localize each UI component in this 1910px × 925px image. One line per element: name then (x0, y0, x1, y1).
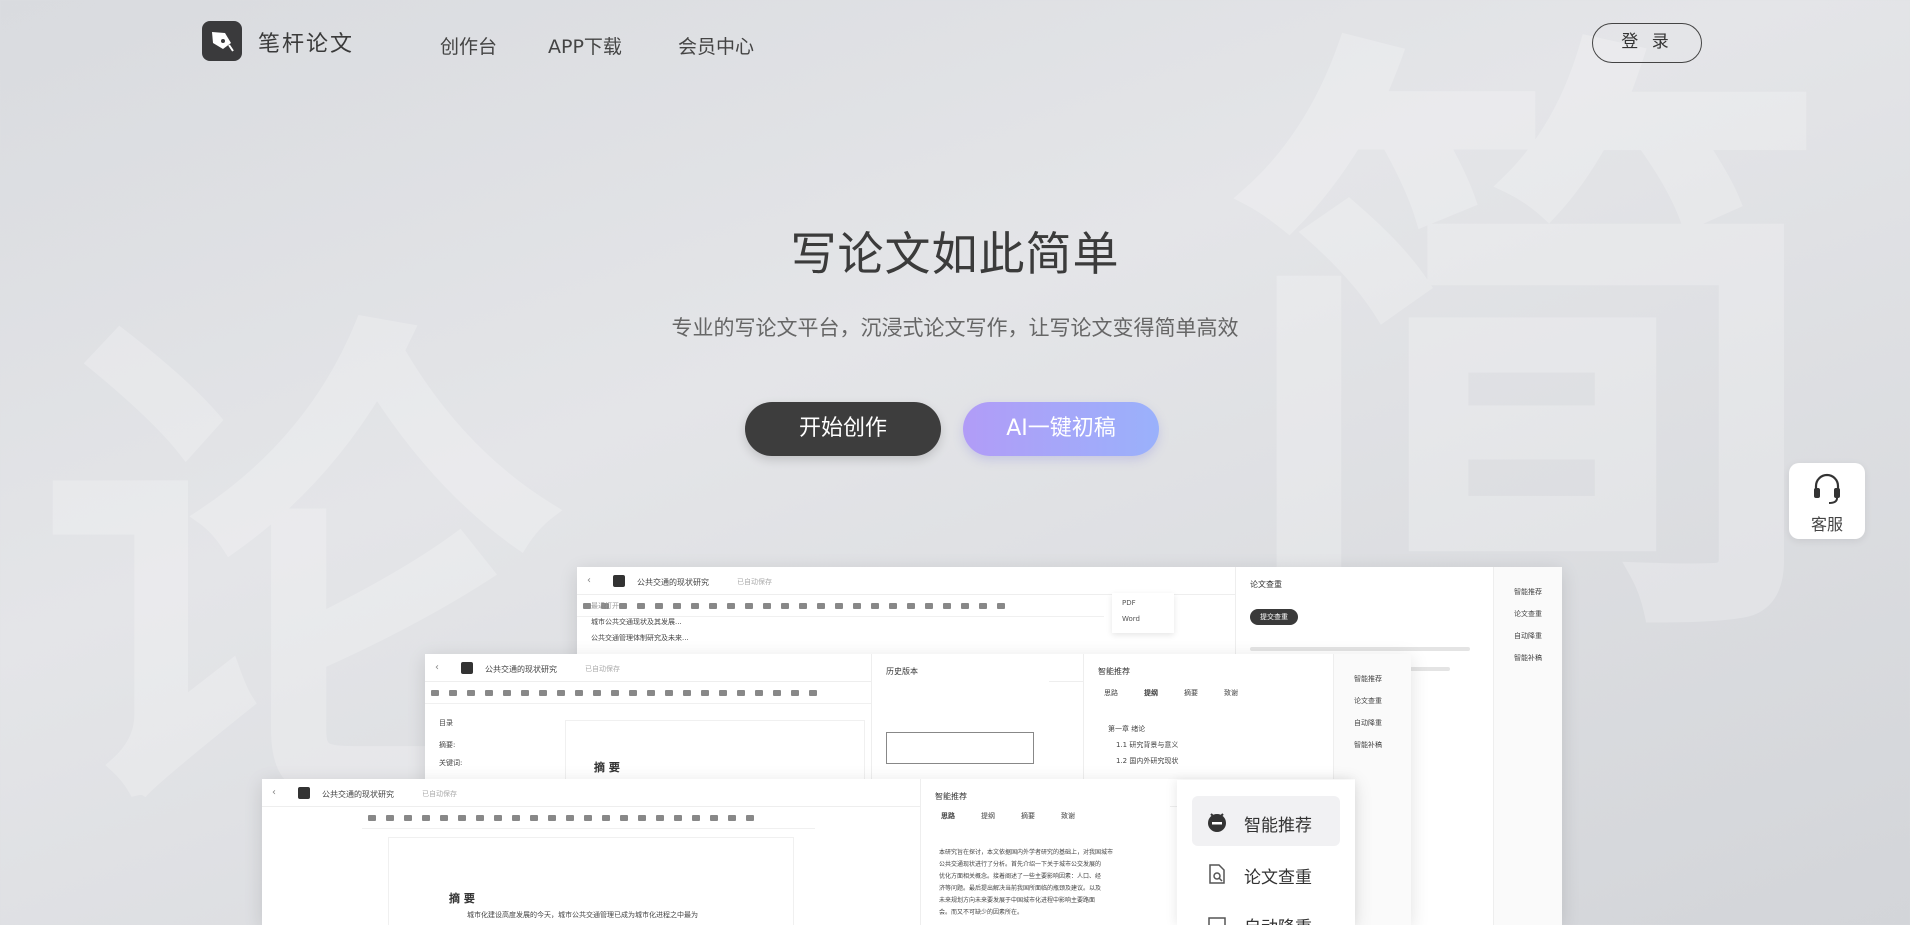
document-search-icon (1209, 864, 1225, 884)
headset-icon (1814, 473, 1840, 504)
document-icon (1208, 917, 1226, 925)
tab-idea: 思路 (941, 812, 955, 820)
export-pdf: PDF (1122, 599, 1136, 607)
customer-service-widget[interactable]: 客服 (1789, 463, 1865, 539)
pen-nib-icon (212, 32, 234, 52)
nav-workspace[interactable]: 创作台 (440, 32, 497, 59)
nav-app-download[interactable]: APP下载 (548, 32, 622, 59)
recommend-text: 本研究旨在探讨，本文依据国内外学者研究的基础上，对我国城市 (939, 849, 1114, 856)
tab-abstract: 摘要 (1021, 812, 1035, 820)
feature-smart-recommend: 智能推荐 (1192, 796, 1340, 846)
customer-service-label: 客服 (1810, 515, 1843, 534)
toc-title: 目录 (439, 719, 453, 727)
sidebar-item: 论文查重 (1354, 697, 1382, 705)
sidebar-item: 自动降重 (1354, 719, 1382, 727)
document-title: 公共交通的现状研究 (485, 665, 557, 674)
document-title: 公共交通的现状研究 (322, 790, 394, 799)
feature-label: 智能推荐 (1244, 816, 1312, 836)
site-header: 笔杆论文 创作台 APP下载 会员中心 登 录 (0, 0, 1910, 86)
tab-outline: 提纲 (1144, 689, 1158, 697)
autosave-status: 已自动保存 (422, 790, 457, 798)
panel-title: 论文查重 (1250, 580, 1282, 589)
feature-auto-reduce: 自动降重 (1192, 898, 1340, 925)
document-heading: 摘 要 (594, 761, 620, 774)
outline-item: 第一章 绪论 (1108, 725, 1146, 733)
editor-toolbar (577, 595, 1104, 617)
editor-toolbar (425, 682, 881, 704)
panel-title: 智能推荐 (935, 792, 967, 801)
document-page: 摘 要 城市化建设高度发展的今天，城市公共交通管理已成为城市化进程之中最为 (388, 837, 794, 925)
toc-item: 关键词: (439, 759, 463, 767)
recent-item: 公共交通管理体制研究及未来... (591, 634, 689, 642)
recent-label: 最近打开 (591, 602, 619, 610)
hero-subtitle: 专业的写论文平台，沉浸式论文写作，让写论文变得简单高效 (671, 316, 1239, 340)
login-button[interactable]: 登 录 (1592, 23, 1702, 63)
hero-title: 写论文如此简单 (790, 227, 1120, 281)
robot-icon (1208, 813, 1226, 832)
document-heading: 摘 要 (449, 892, 475, 905)
outline-item: 1.2 国内外研究现状 (1116, 757, 1179, 765)
app-logo-icon (613, 575, 625, 587)
sidebar-item: 智能推荐 (1354, 675, 1382, 683)
feature-plagiarism-check: 论文查重 (1192, 848, 1340, 898)
recommend-text: 会。而又不可缺少的因素所在。 (939, 909, 1024, 916)
start-writing-button[interactable]: 开始创作 (745, 402, 941, 456)
panel-title: 历史版本 (886, 667, 918, 676)
document-body: 城市化建设高度发展的今天，城市公共交通管理已成为城市化进程之中最为 (467, 911, 698, 919)
editor-toolbar (362, 807, 815, 829)
recommend-text: 公共交通现状进行了分析。首先介绍一下关于城市公交发展的 (939, 861, 1102, 868)
recommend-text: 优化方面相关概念。接着阐述了一些主要影响因素：人口、经 (939, 873, 1102, 880)
document-title: 公共交通的现状研究 (637, 578, 709, 587)
panel-title: 智能推荐 (1098, 667, 1130, 676)
recent-item: 城市公共交通现状及其发展... (591, 618, 682, 626)
nav-member-center[interactable]: 会员中心 (678, 32, 754, 59)
outline-item: 1.1 研究背景与意义 (1116, 741, 1179, 749)
ai-draft-button[interactable]: AI一键初稿 (963, 402, 1159, 456)
tab-abstract: 摘要 (1184, 689, 1198, 697)
tab-thanks: 致谢 (1224, 689, 1238, 697)
feature-menu-card: 智能推荐 论文查重 自动降重 (1177, 780, 1355, 925)
tab-idea: 思路 (1104, 689, 1118, 697)
sidebar-item: 自动降重 (1514, 632, 1542, 640)
back-icon: ‹ (587, 575, 591, 586)
app-logo-icon (461, 662, 473, 674)
feature-label: 论文查重 (1244, 868, 1312, 888)
sidebar-item: 智能推荐 (1514, 588, 1542, 596)
tab-thanks: 致谢 (1061, 812, 1075, 820)
export-word: Word (1122, 615, 1140, 623)
feature-sidebar: 智能推荐 论文查重 自动降重 智能补稿 (1493, 567, 1562, 925)
back-icon: ‹ (435, 662, 439, 673)
sidebar-item: 智能补稿 (1354, 741, 1382, 749)
export-menu: PDF Word (1112, 593, 1174, 633)
toc-item: 摘要: (439, 741, 456, 749)
brand-name[interactable]: 笔杆论文 (258, 26, 354, 58)
brand-logo[interactable] (202, 21, 242, 61)
smart-recommend-panel: 智能推荐 思路 提纲 摘要 致谢 本研究旨在探讨，本文依据国内外学者研究的基础上… (920, 779, 1170, 925)
sidebar-item: 论文查重 (1514, 610, 1542, 618)
history-entry (886, 732, 1034, 764)
feature-label: 自动降重 (1244, 913, 1312, 925)
autosave-status: 已自动保存 (737, 578, 772, 586)
tab-outline: 提纲 (981, 812, 995, 820)
recommend-text: 济等问题。最后提出解决当前我国所面临的瓶颈及建议。以及 (939, 885, 1102, 892)
submit-check-button: 提交查重 (1250, 609, 1298, 625)
sidebar-item: 智能补稿 (1514, 654, 1542, 662)
back-icon: ‹ (272, 787, 276, 798)
app-logo-icon (298, 787, 310, 799)
autosave-status: 已自动保存 (585, 665, 620, 673)
recommend-text: 未来规划方向未来要发展于中国城市化进程中影响主要路面 (939, 897, 1096, 904)
